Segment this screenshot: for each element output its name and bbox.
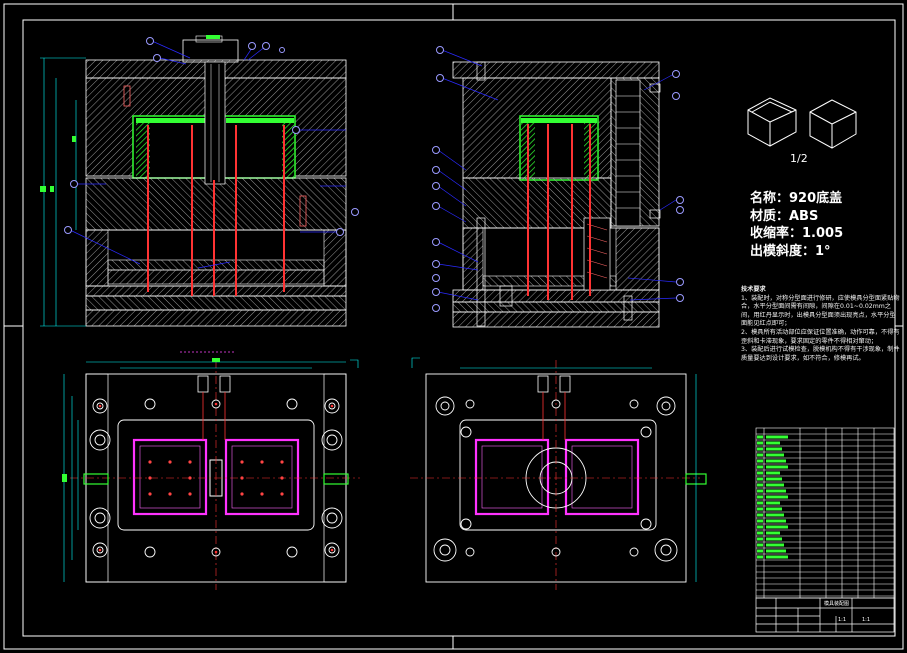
bom-index-mark bbox=[757, 549, 763, 553]
titleblock-name-cell: 模具装配图 bbox=[824, 601, 850, 607]
bom-index-mark bbox=[757, 459, 763, 463]
part-isometric-sketch bbox=[747, 97, 857, 149]
notes-line: 2、模具所有活动部位应保证位置准确，动作可靠，不得有歪斜和卡滞现象，要求固定的零… bbox=[741, 328, 900, 345]
bom-code-mark bbox=[766, 525, 788, 529]
part-name-line: 名称：920底盖 bbox=[750, 191, 843, 206]
bom-code-mark bbox=[766, 507, 782, 511]
front-section-view bbox=[40, 35, 347, 327]
bom-index-mark bbox=[757, 519, 763, 523]
bom-code-mark bbox=[766, 483, 784, 487]
bom-code-mark bbox=[766, 501, 780, 505]
bom-index-mark bbox=[757, 471, 763, 475]
bom-index-mark bbox=[757, 537, 763, 541]
part-draft-line: 出模斜度：1° bbox=[750, 243, 831, 259]
bom-code-mark bbox=[766, 489, 786, 493]
bom-code-mark bbox=[766, 465, 788, 469]
bom-code-mark bbox=[766, 513, 784, 517]
bom-code-mark bbox=[766, 543, 784, 547]
bom-code-mark bbox=[766, 555, 788, 559]
bom-code-mark bbox=[766, 459, 786, 463]
bom-index-mark bbox=[757, 453, 763, 457]
titleblock-scale-cell: 1:1 bbox=[838, 617, 847, 623]
bom-index-mark bbox=[757, 465, 763, 469]
technical-requirements: 技术要求 1、装配时，对称分型面进行修研，应使模具分型面紧贴吻合，水平分型面间需… bbox=[741, 286, 901, 363]
bom-index-mark bbox=[757, 513, 763, 517]
bom-code-mark bbox=[766, 471, 780, 475]
bom-index-mark bbox=[757, 489, 763, 493]
bom-code-mark bbox=[766, 453, 784, 457]
bom-index-mark bbox=[757, 495, 763, 499]
moving-half-plan-view bbox=[62, 351, 360, 590]
bom-index-mark bbox=[757, 555, 763, 559]
bom-index-mark bbox=[757, 525, 763, 529]
notes-line: 3、装配后进行试模检查，脱模机构不得有干涉现象，制件质量要达到设计要求，如不符合… bbox=[741, 346, 900, 362]
bom-index-mark bbox=[757, 531, 763, 535]
notes-line: 1、装配时，对称分型面进行修研，应使模具分型面紧贴吻合，水平分型面间需有间隙，间… bbox=[741, 294, 900, 328]
bom-index-mark bbox=[757, 447, 763, 451]
bom-code-mark bbox=[766, 495, 788, 499]
bom-code-mark bbox=[766, 477, 782, 481]
bom-code-mark bbox=[766, 441, 780, 445]
bom-code-mark bbox=[766, 447, 782, 451]
part-spec-block: 名称：920底盖 材质：ABS 收缩率：1.005 出模斜度：1° bbox=[750, 190, 843, 260]
bom-index-mark bbox=[757, 477, 763, 481]
bom-index-mark bbox=[757, 501, 763, 505]
bom-index-mark bbox=[757, 441, 763, 445]
bom-code-mark bbox=[766, 519, 786, 523]
part-shrink-line: 收缩率：1.005 bbox=[750, 226, 844, 241]
side-section-view bbox=[437, 49, 677, 328]
bom-index-mark bbox=[757, 507, 763, 511]
bom-green-entries bbox=[757, 435, 788, 559]
bom-index-mark bbox=[757, 543, 763, 547]
bom-code-mark bbox=[766, 435, 788, 439]
bom-code-mark bbox=[766, 531, 780, 535]
scale-ratio-label: 1/2 bbox=[790, 152, 808, 165]
part-material-line: 材质：ABS bbox=[750, 208, 819, 224]
notes-title: 技术要求 bbox=[741, 286, 766, 293]
bom-index-mark bbox=[757, 435, 763, 439]
bom-index-mark bbox=[757, 483, 763, 487]
bom-code-mark bbox=[766, 537, 782, 541]
bom-code-mark bbox=[766, 549, 786, 553]
fixed-half-plan-view bbox=[410, 357, 707, 590]
titleblock-sheet-cell: 1:1 bbox=[862, 617, 871, 623]
